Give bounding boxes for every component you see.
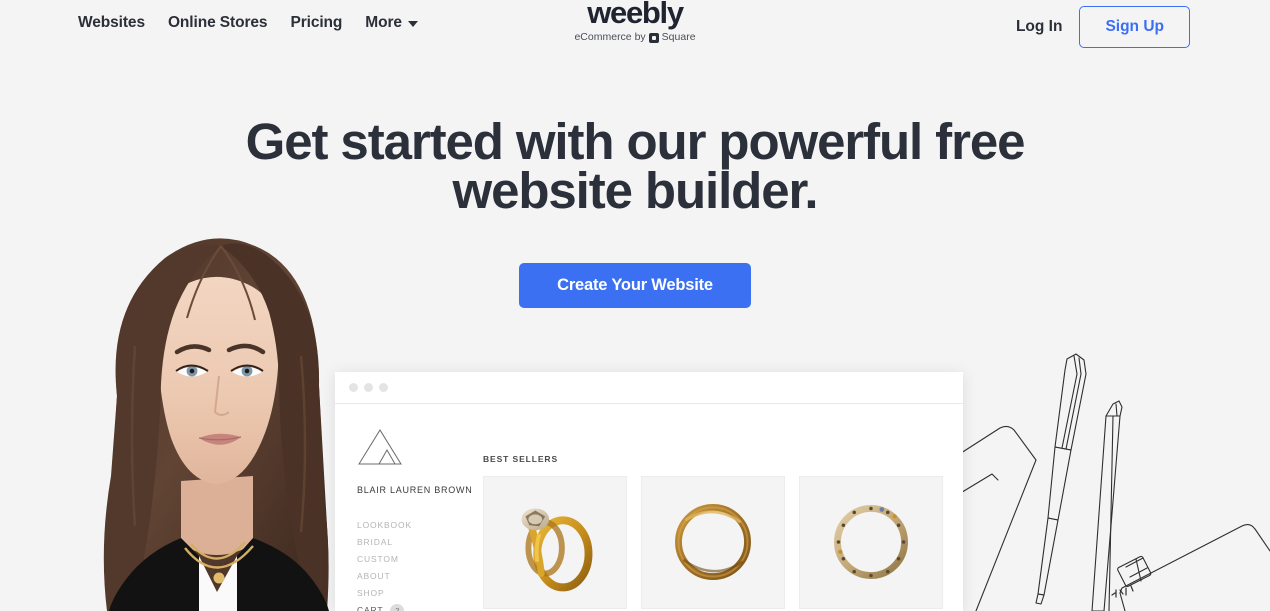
line-art-illustration	[940, 353, 1270, 611]
primary-nav-links: Websites Online Stores Pricing More	[78, 14, 418, 32]
product-image	[483, 476, 627, 609]
product-image	[641, 476, 785, 609]
hero-headline: Get started with our powerful free websi…	[0, 113, 1270, 219]
nav-link-online-stores[interactable]: Online Stores	[167, 14, 268, 32]
sign-up-button[interactable]: Sign Up	[1079, 6, 1190, 48]
nav-link-websites[interactable]: Websites	[78, 14, 145, 32]
product-image	[799, 476, 943, 609]
product-card[interactable]: Fine Diamond Eye Ring $1,875.00	[641, 476, 785, 611]
product-card[interactable]: Jessica $1,250.00	[483, 476, 627, 611]
plain-gold-band-ring-icon	[642, 477, 784, 608]
hero-headline-line-1: Get started with our powerful free	[245, 113, 1026, 170]
nav-link-pricing[interactable]: Pricing	[290, 14, 342, 32]
gemstone-eternity-band-ring-icon	[800, 477, 942, 608]
portrait-photo	[95, 226, 345, 611]
store-brand-name: BLAIR LAUREN BROWN	[357, 485, 473, 495]
nav-link-label: More	[365, 14, 402, 31]
weebly-logo[interactable]: weebly eCommerce by Square	[505, 0, 765, 44]
window-dot-icon	[349, 383, 358, 392]
nav-link-label: Pricing	[290, 14, 343, 31]
store-nav-item-cart[interactable]: CART 2	[357, 602, 483, 611]
store-nav-item-lookbook[interactable]: LOOKBOOK	[357, 517, 483, 534]
chevron-down-icon	[407, 21, 418, 27]
account-actions: Log In Sign Up	[1016, 6, 1190, 48]
triangle-logo-icon	[358, 429, 402, 465]
logo-tagline-brand: Square	[661, 31, 696, 43]
store-nav-item-bridal[interactable]: BRIDAL	[357, 534, 483, 551]
nav-link-label: Websites	[78, 14, 145, 31]
cart-count-badge: 2	[390, 603, 405, 611]
hero-headline-line-2: website builder.	[452, 162, 819, 219]
browser-chrome-bar	[335, 372, 963, 404]
store-sidebar: BLAIR LAUREN BROWN LOOKBOOK BRIDAL CUSTO…	[335, 404, 483, 611]
window-dot-icon	[379, 383, 388, 392]
pen-icon	[1054, 353, 1087, 451]
store-nav-item-custom[interactable]: CUSTOM	[357, 551, 483, 568]
nav-link-more[interactable]: More	[365, 14, 418, 32]
store-page-body: BLAIR LAUREN BROWN LOOKBOOK BRIDAL CUSTO…	[335, 404, 963, 611]
square-logo-icon	[648, 32, 659, 43]
logo-tagline-prefix: eCommerce by	[574, 31, 646, 43]
top-navigation-bar: Websites Online Stores Pricing More weeb…	[0, 0, 1270, 48]
best-sellers-heading: BEST SELLERS	[483, 454, 559, 464]
logo-wordmark: weebly	[587, 0, 684, 30]
nav-link-label: Online Stores	[167, 14, 268, 31]
pencil-icon	[1105, 400, 1123, 417]
store-nav-item-about[interactable]: ABOUT	[357, 568, 483, 585]
log-in-link[interactable]: Log In	[1016, 18, 1063, 36]
credit-card-icon	[1119, 523, 1270, 594]
store-preview-mockup: BLAIR LAUREN BROWN LOOKBOOK BRIDAL CUSTO…	[335, 372, 963, 611]
create-your-website-button[interactable]: Create Your Website	[519, 263, 751, 308]
store-main-content: BEST SELLERS	[483, 404, 963, 611]
window-dot-icon	[364, 383, 373, 392]
store-nav-item-shop[interactable]: SHOP	[357, 585, 483, 602]
product-grid: Jessica $1,250.00	[483, 476, 963, 611]
logo-tagline: eCommerce by Square	[505, 31, 765, 44]
store-nav-item-label: CART	[357, 605, 384, 611]
product-card[interactable]: Diana $3,200.00 $2,800.00	[799, 476, 943, 611]
gold-ring-with-gemstone-icon	[484, 477, 626, 608]
